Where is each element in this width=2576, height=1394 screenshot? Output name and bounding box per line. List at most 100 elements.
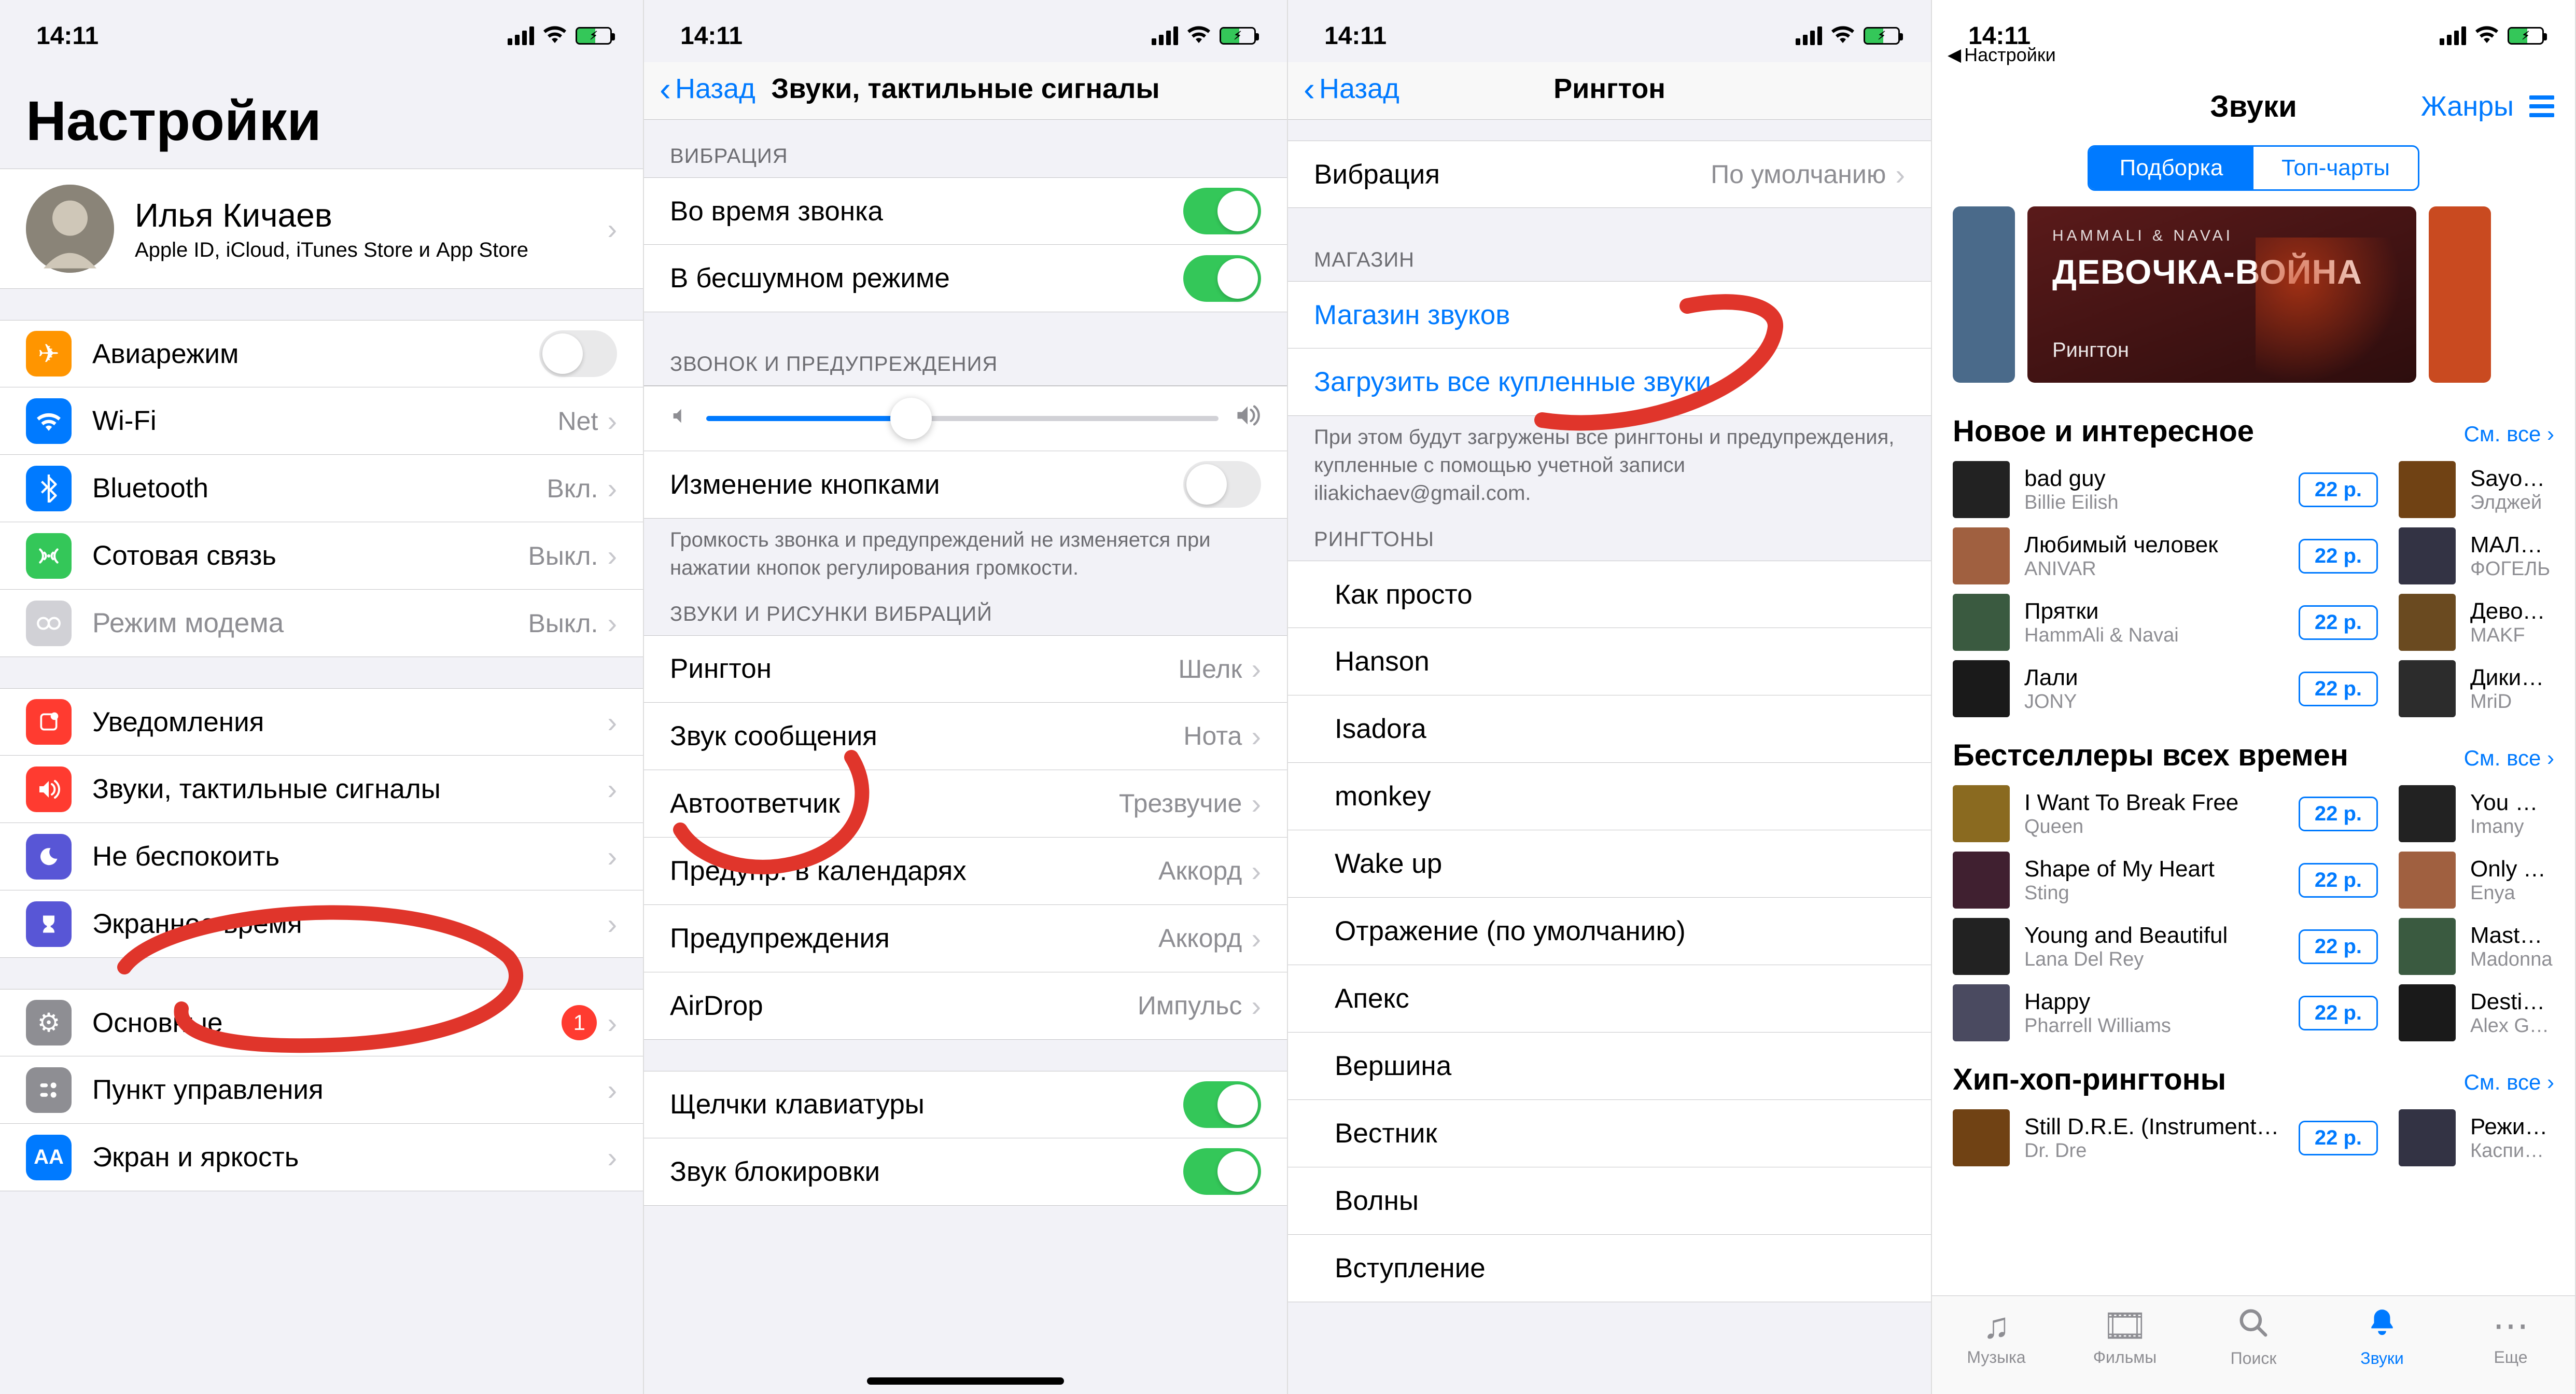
- track-item[interactable]: Sayonara дЭлджей: [2399, 461, 2554, 518]
- row-download-all[interactable]: Загрузить все купленные звуки: [1288, 348, 1931, 416]
- tab-films[interactable]: 🎞︎Фильмы: [2061, 1296, 2189, 1378]
- track-item[interactable]: ПряткиHammAli & Navai22 р.: [1953, 594, 2378, 651]
- segment-topcharts[interactable]: Топ-чарты: [2253, 147, 2418, 189]
- row-notifications[interactable]: Уведомления ›: [0, 688, 643, 756]
- price-button[interactable]: 22 р.: [2299, 996, 2378, 1030]
- track-item[interactable]: Девочка кMAKF: [2399, 594, 2554, 651]
- row-vibration[interactable]: Вибрация По умолчанию ›: [1288, 141, 1931, 208]
- ringtone-item[interactable]: Как просто: [1288, 561, 1931, 628]
- tab-search[interactable]: Поиск: [2189, 1296, 2318, 1378]
- see-all-best[interactable]: См. все ›: [2464, 746, 2554, 771]
- ringtone-item[interactable]: monkey: [1288, 763, 1931, 830]
- track-item[interactable]: Young and BeautifulLana Del Rey22 р.: [1953, 918, 2378, 975]
- ringtone-item[interactable]: Волны: [1288, 1167, 1931, 1235]
- row-voicemail[interactable]: Автоответчик Трезвучие ›: [644, 770, 1287, 838]
- see-all-new[interactable]: См. все ›: [2464, 422, 2554, 447]
- row-screentime[interactable]: Экранное время ›: [0, 890, 643, 958]
- row-control-center[interactable]: Пункт управления ›: [0, 1056, 643, 1124]
- price-button[interactable]: 22 р.: [2299, 1121, 2378, 1155]
- track-item[interactable]: Режим умКаспийски: [2399, 1109, 2554, 1166]
- back-button[interactable]: ‹Назад: [660, 73, 755, 105]
- row-sounds[interactable]: Звуки, тактильные сигналы ›: [0, 756, 643, 823]
- row-calendar-alerts[interactable]: Предупр. в календарях Аккорд ›: [644, 838, 1287, 905]
- genres-link[interactable]: Жанры: [2421, 90, 2514, 122]
- section-bestsellers: Бестселлеры всех времен См. все › I Want…: [1932, 722, 2575, 1047]
- track-item[interactable]: Shape of My HeartSting22 р.: [1953, 852, 2378, 909]
- price-button[interactable]: 22 р.: [2299, 672, 2378, 706]
- home-indicator[interactable]: [867, 1377, 1064, 1385]
- tab-more[interactable]: ⋯Еще: [2446, 1296, 2575, 1378]
- profile-sub: Apple ID, iCloud, iTunes Store и App Sto…: [135, 239, 607, 262]
- track-item[interactable]: МАЛОЛЕТФОГЕЛЬ: [2399, 527, 2554, 584]
- tab-sounds[interactable]: Звуки: [2318, 1296, 2446, 1378]
- track-item[interactable]: Дикий ядMriD: [2399, 660, 2554, 717]
- banner-next[interactable]: [2429, 206, 2491, 383]
- track-item[interactable]: Любимый человекANIVAR22 р.: [1953, 527, 2378, 584]
- album-cover: [1953, 594, 2010, 651]
- row-bluetooth[interactable]: Bluetooth Вкл. ›: [0, 455, 643, 522]
- row-ringtone[interactable]: Рингтон Шелк ›: [644, 635, 1287, 703]
- notifications-icon: [26, 699, 72, 745]
- row-keyboard-clicks[interactable]: Щелчки клавиатуры: [644, 1071, 1287, 1138]
- track-item[interactable]: HappyPharrell Williams22 р.: [1953, 984, 2378, 1041]
- switch-locksound[interactable]: [1183, 1148, 1261, 1195]
- row-dnd[interactable]: Не беспокоить ›: [0, 823, 643, 890]
- ringtone-item[interactable]: Hanson: [1288, 628, 1931, 695]
- ringtone-item[interactable]: Isadora: [1288, 695, 1931, 763]
- track-item[interactable]: Still D.R.E. (Instrument…Dr. Dre22 р.: [1953, 1109, 2378, 1166]
- row-tone-store[interactable]: Магазин звуков: [1288, 281, 1931, 348]
- segmented-control[interactable]: Подборка Топ-чарты: [2088, 145, 2419, 191]
- switch-keyclick[interactable]: [1183, 1081, 1261, 1128]
- chevron-icon: ›: [1251, 922, 1261, 955]
- row-general[interactable]: ⚙︎ Основные 1 ›: [0, 989, 643, 1056]
- switch-vibrate-silent[interactable]: [1183, 255, 1261, 302]
- album-cover: [1953, 852, 2010, 909]
- featured-banner[interactable]: HAMMALI & NAVAI ДЕВОЧКА-ВОЙНА Рингтон: [2027, 206, 2416, 383]
- switch-change-buttons[interactable]: [1183, 461, 1261, 508]
- volume-slider[interactable]: [706, 416, 1219, 421]
- price-button[interactable]: 22 р.: [2299, 797, 2378, 831]
- row-cellular[interactable]: Сотовая связь Выкл. ›: [0, 522, 643, 590]
- price-button[interactable]: 22 р.: [2299, 929, 2378, 964]
- row-airdrop[interactable]: AirDrop Импульс ›: [644, 972, 1287, 1040]
- row-vibrate-silent[interactable]: В бесшумном режиме: [644, 245, 1287, 312]
- back-button[interactable]: ‹Назад: [1304, 73, 1399, 105]
- track-item[interactable]: MasterpiecMadonna: [2399, 918, 2554, 975]
- banner-carousel[interactable]: HAMMALI & NAVAI ДЕВОЧКА-ВОЙНА Рингтон: [1932, 206, 2575, 398]
- track-item[interactable]: bad guyBillie Eilish22 р.: [1953, 461, 2378, 518]
- price-button[interactable]: 22 р.: [2299, 863, 2378, 898]
- segment-featured[interactable]: Подборка: [2089, 147, 2253, 189]
- track-item[interactable]: ЛалиJONY22 р.: [1953, 660, 2378, 717]
- row-wifi[interactable]: Wi-Fi Net ›: [0, 387, 643, 455]
- footer-store: При этом будут загружены все рингтоны и …: [1288, 416, 1931, 512]
- row-display[interactable]: AA Экран и яркость ›: [0, 1124, 643, 1191]
- breadcrumb-back[interactable]: ◀Настройки: [1948, 44, 2056, 66]
- row-change-with-buttons[interactable]: Изменение кнопками: [644, 451, 1287, 519]
- price-button[interactable]: 22 р.: [2299, 539, 2378, 574]
- chevron-icon: ›: [1251, 989, 1261, 1023]
- tab-music[interactable]: ♫Музыка: [1932, 1296, 2061, 1378]
- row-vibrate-ring[interactable]: Во время звонка: [644, 177, 1287, 245]
- row-lock-sound[interactable]: Звук блокировки: [644, 1138, 1287, 1206]
- ringtone-item[interactable]: Вершина: [1288, 1033, 1931, 1100]
- list-icon[interactable]: [2529, 95, 2554, 117]
- ringtone-item[interactable]: Апекс: [1288, 965, 1931, 1033]
- track-item[interactable]: I Want To Break FreeQueen22 р.: [1953, 785, 2378, 842]
- track-item[interactable]: You Will NImany: [2399, 785, 2554, 842]
- switch-airplane[interactable]: [539, 330, 617, 377]
- switch-vibrate-ring[interactable]: [1183, 188, 1261, 234]
- profile-cell[interactable]: Илья Кичаев Apple ID, iCloud, iTunes Sto…: [0, 169, 643, 289]
- price-button[interactable]: 22 р.: [2299, 605, 2378, 640]
- ringtone-item[interactable]: Вестник: [1288, 1100, 1931, 1167]
- track-item[interactable]: DestinationAlex Gaudin: [2399, 984, 2554, 1041]
- price-button[interactable]: 22 р.: [2299, 472, 2378, 507]
- see-all-hiphop[interactable]: См. все ›: [2464, 1070, 2554, 1095]
- ringtone-item[interactable]: Отражение (по умолчанию): [1288, 898, 1931, 965]
- row-airplane[interactable]: ✈︎ Авиарежим: [0, 320, 643, 387]
- banner-prev[interactable]: [1953, 206, 2015, 383]
- ringtone-item[interactable]: Wake up: [1288, 830, 1931, 898]
- track-item[interactable]: Only TimeEnya: [2399, 852, 2554, 909]
- row-reminder-alerts[interactable]: Предупреждения Аккорд ›: [644, 905, 1287, 972]
- ringtone-item[interactable]: Вступление: [1288, 1235, 1931, 1302]
- row-text-tone[interactable]: Звук сообщения Нота ›: [644, 703, 1287, 770]
